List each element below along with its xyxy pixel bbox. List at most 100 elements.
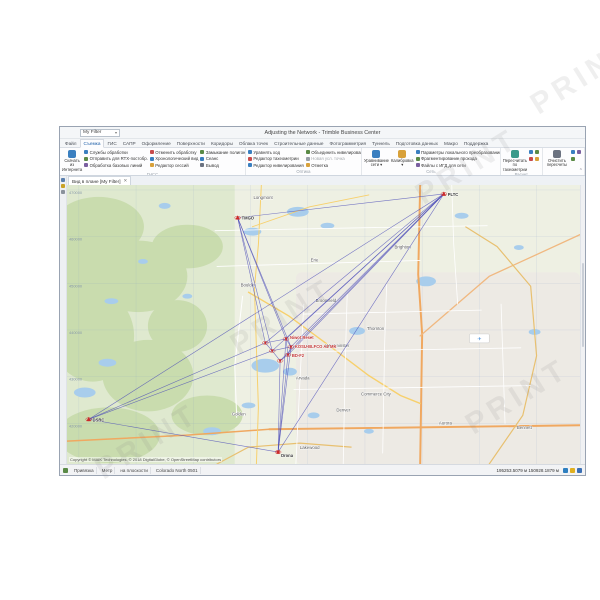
ribbon-smallbutton[interactable]: Параметры локального преобразования xyxy=(416,149,501,156)
ribbon-smallbutton[interactable]: Службы обработки xyxy=(84,149,148,156)
selection-filter-combo[interactable]: My Filter ▾ xyxy=(80,129,120,137)
plan-view-map[interactable]: Copyright © MAIK Technologies, © 2018 Di… xyxy=(67,185,580,464)
ribbon-tab-Файл[interactable]: Файл xyxy=(62,140,80,147)
mini-tool-icon[interactable] xyxy=(529,150,533,154)
smallbutton-label: Хронологический вид xyxy=(155,156,198,161)
gnss-vector xyxy=(280,355,288,361)
ribbon-smallbutton[interactable]: Обработка базовых линий xyxy=(84,162,148,169)
ribbon-smallbutton[interactable]: Уравнять ход xyxy=(248,149,304,156)
ribbon-tab-Строительные данные[interactable]: Строительные данные xyxy=(271,140,326,147)
point-marker[interactable] xyxy=(264,342,266,344)
control-station-marker[interactable] xyxy=(441,192,446,196)
mini-tool-icon[interactable] xyxy=(535,157,539,161)
mini-tool-icon[interactable] xyxy=(529,157,533,161)
smallbutton-label: Обработка базовых линий xyxy=(90,163,143,168)
point-marker[interactable] xyxy=(287,354,289,356)
lake xyxy=(138,259,148,264)
ribbon-bigbutton[interactable]: Скачать из Интернета xyxy=(62,149,82,172)
properties-pane-icon[interactable] xyxy=(61,190,65,194)
ribbon-smallbutton[interactable]: Отправить для RTX-постобр. xyxy=(84,156,148,163)
lake xyxy=(99,359,117,367)
ribbon-smallbutton[interactable]: Хронологический вид xyxy=(150,156,199,163)
point-marker[interactable] xyxy=(279,360,281,362)
lake xyxy=(455,213,469,219)
vertical-scrollbar[interactable] xyxy=(580,185,585,464)
point-marker[interactable] xyxy=(285,338,287,340)
ribbon-bigbutton[interactable]: Калибровка ▾ xyxy=(391,149,414,169)
map-canvas[interactable]: 470000460000450000440000430000420000Long… xyxy=(67,185,580,464)
status-item[interactable]: Colorado North 0501 xyxy=(154,467,201,474)
flags-pane-icon[interactable] xyxy=(61,184,65,188)
help-status-icon[interactable] xyxy=(577,468,582,473)
snap-mode-icon[interactable] xyxy=(63,468,68,473)
station-label: Niwot Reset xyxy=(290,335,314,340)
quick-access-toolbar xyxy=(63,130,77,136)
mini-tool-icon[interactable] xyxy=(535,150,539,154)
lake xyxy=(159,203,171,209)
project-explorer-pane-icon[interactable] xyxy=(61,178,65,182)
plan-view-tab[interactable]: Вид в плане [My Filter] ✕ xyxy=(68,176,131,185)
ribbon-smallbutton[interactable]: Файлы с ИГД для сети xyxy=(416,162,501,169)
ribbon-smallbutton[interactable]: Сеанс xyxy=(200,156,245,163)
ribbon-group-label: Оптика xyxy=(248,169,359,175)
ribbon-group-Расчет: Пересчитать по тахеометрииРасчет xyxy=(501,148,543,175)
point-marker[interactable] xyxy=(290,346,292,348)
ribbon-tab-Съемка[interactable]: Съемка xyxy=(80,139,105,148)
status-item[interactable]: Привязка xyxy=(72,467,97,474)
close-icon[interactable]: ✕ xyxy=(124,178,128,184)
ribbon-smallbutton[interactable]: Новая усл. точка xyxy=(306,156,362,163)
ribbon-bigbutton[interactable]: Пересчитать по тахеометрии xyxy=(503,149,527,172)
globe-status-icon[interactable] xyxy=(563,468,568,473)
ribbon-smallbutton[interactable]: Фрагментирование прохода xyxy=(416,156,501,163)
mini-tool-icon[interactable] xyxy=(571,157,575,161)
ribbon-tab-Макро[interactable]: Макро xyxy=(441,140,461,147)
smallbutton-label: Службы обработки xyxy=(90,150,128,155)
ribbon-tab-Подготовка данных[interactable]: Подготовка данных xyxy=(393,140,441,147)
bigbutton-label: Пересчитать по тахеометрии xyxy=(503,159,527,172)
station-marker[interactable] xyxy=(277,450,280,453)
ribbon-smallbutton[interactable]: Отметка xyxy=(306,162,362,169)
mini-tool-icon[interactable] xyxy=(577,150,581,154)
ribbon-tab-Оформление[interactable]: Оформление xyxy=(139,140,174,147)
ribbon-tab-Облака точек[interactable]: Облака точек xyxy=(236,140,271,147)
ribbon-collapse-icon[interactable]: ⌃ xyxy=(579,168,583,174)
ribbon-tab-САПР[interactable]: САПР xyxy=(120,140,139,147)
status-item[interactable]: на плоскости xyxy=(118,467,150,474)
ribbon-smallbutton[interactable]: Объединить нивелирование xyxy=(306,149,362,156)
ribbon-tab-Поддержка[interactable]: Поддержка xyxy=(461,140,491,147)
forest-area xyxy=(152,225,223,269)
ribbon-button-icon xyxy=(248,157,252,161)
ribbon-tab-Фотограмметрия[interactable]: Фотограмметрия xyxy=(327,140,370,147)
ribbon-button-icon xyxy=(84,163,88,167)
ribbon-bigbutton[interactable]: Уравнивание сети ▾ xyxy=(364,149,389,169)
status-coordinates: 195253.5079 м 150928.1879 м xyxy=(497,468,560,473)
ribbon-tab-Поверхности[interactable]: Поверхности xyxy=(174,140,208,147)
status-item[interactable]: Метр xyxy=(100,467,116,474)
ribbon-smallbutton[interactable]: Редактор нивелирования xyxy=(248,162,304,169)
lake xyxy=(364,429,374,434)
lake xyxy=(283,368,297,376)
mini-tool-icon[interactable] xyxy=(571,150,575,154)
ribbon-tab-Туннель[interactable]: Туннель xyxy=(369,140,393,147)
tbc-application-window: My Filter ▾ Adjusting the Network - Trim… xyxy=(59,126,586,476)
ribbon-smallbutton[interactable]: Отменить обработку xyxy=(150,149,199,156)
smallbutton-label: Объединить нивелирование xyxy=(311,150,362,155)
ribbon-button-icon xyxy=(200,163,204,167)
ribbon-smallbutton[interactable]: Редактор тахеометрии xyxy=(248,156,304,163)
grid-label: 430000 xyxy=(69,377,83,382)
ribbon-bigbutton[interactable]: Очистить пересчеты xyxy=(545,149,569,169)
point-marker[interactable] xyxy=(271,350,273,352)
scrollbar-thumb[interactable] xyxy=(582,263,584,347)
ribbon-smallbutton[interactable]: Замыкание полигонов xyxy=(200,149,245,156)
lake xyxy=(308,412,320,418)
ribbon-smallbutton[interactable]: Вывод xyxy=(200,162,245,169)
grid-label: 470000 xyxy=(69,190,83,195)
ribbon-button-icon xyxy=(150,157,154,161)
ribbon-smallbutton[interactable]: Редактор сессий xyxy=(150,162,199,169)
ribbon-tab-ГИС[interactable]: ГИС xyxy=(104,140,119,147)
ribbon-tab-Коридоры[interactable]: Коридоры xyxy=(208,140,236,147)
ribbon-button-icon xyxy=(306,163,310,167)
warning-status-icon[interactable] xyxy=(570,468,575,473)
ribbon-mini-icons xyxy=(571,149,582,169)
lake xyxy=(74,388,96,398)
